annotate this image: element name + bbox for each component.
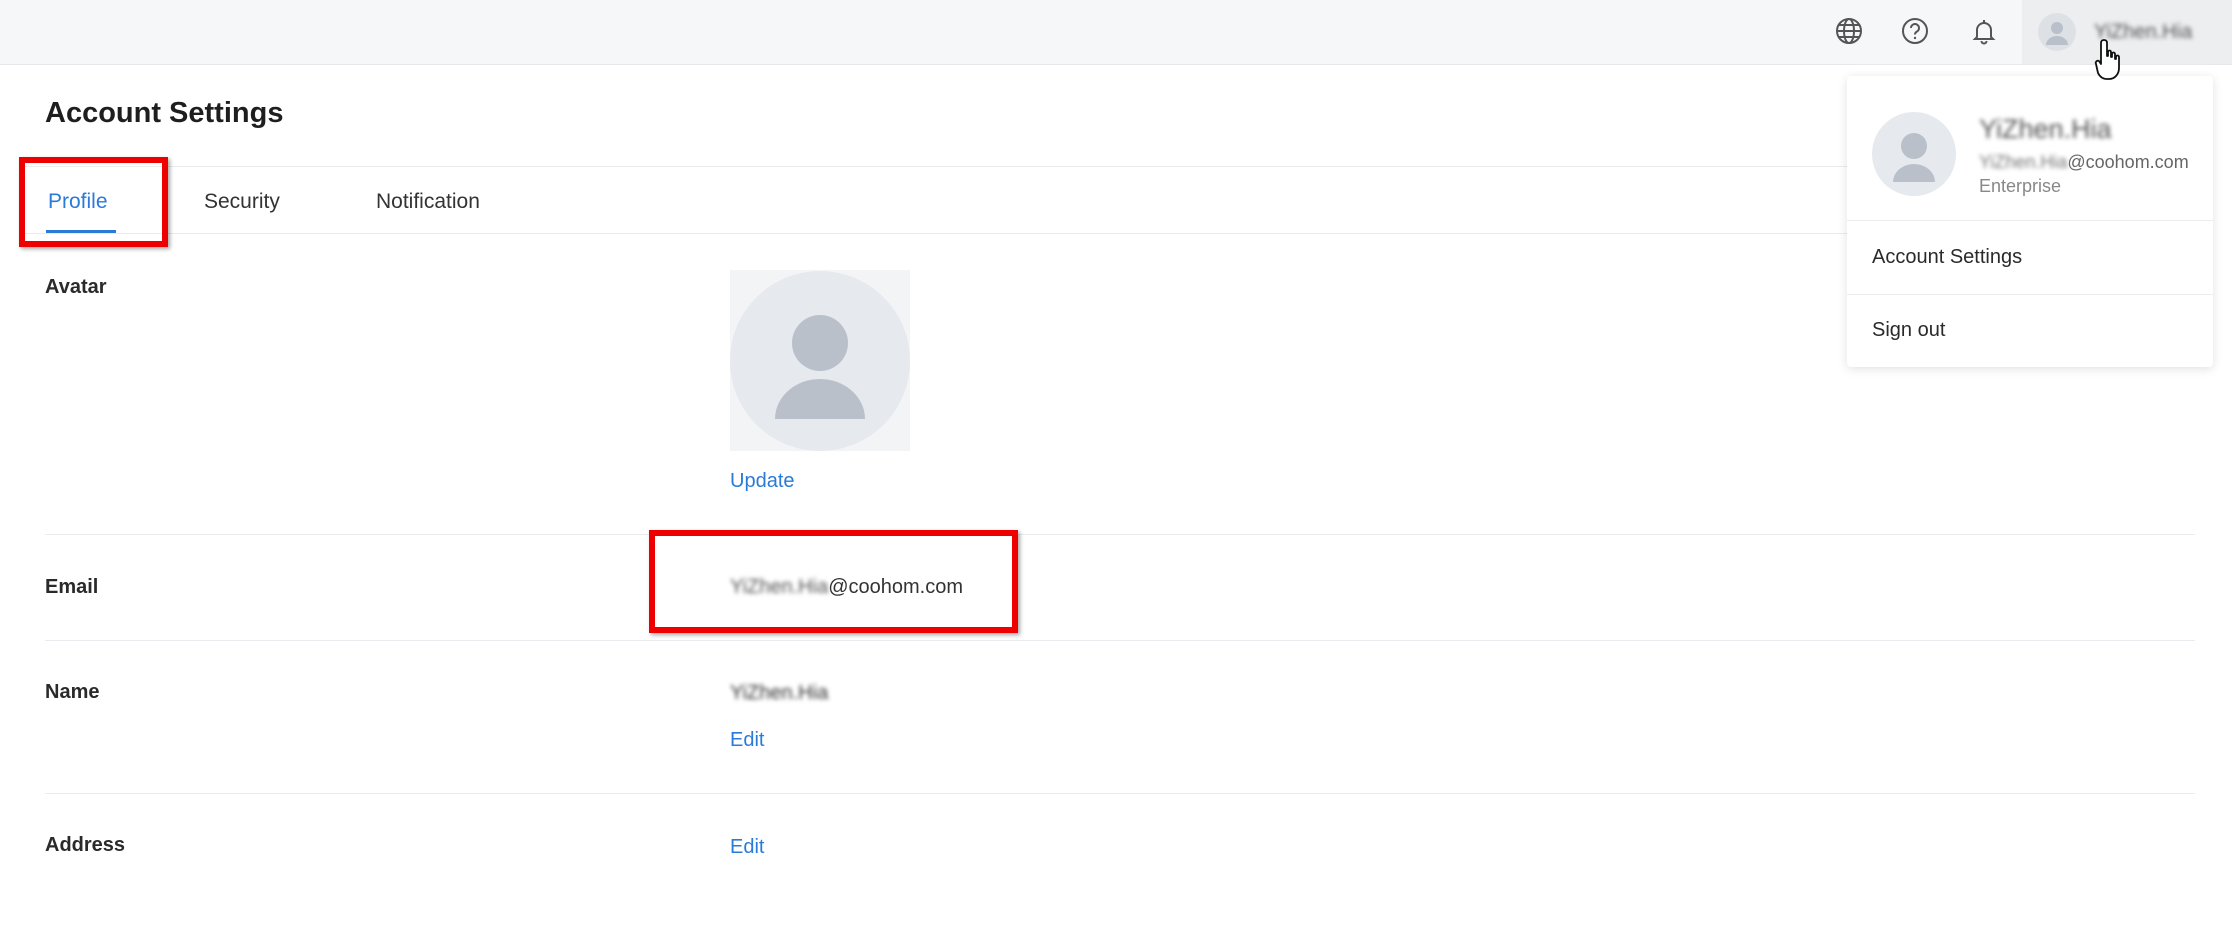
email-label: Email [45, 576, 99, 598]
user-dropdown-menu: YiZhen.Hia YiZhen.Hia@coohom.com Enterpr… [1847, 76, 2213, 367]
update-avatar-link[interactable]: Update [730, 470, 795, 493]
row-divider [45, 793, 2195, 794]
account-settings-menu-item[interactable]: Account Settings [1872, 246, 2022, 269]
row-divider [45, 534, 2195, 535]
tab-notification[interactable]: Notification [376, 190, 480, 214]
dropdown-email-user: YiZhen.Hia [1979, 152, 2068, 172]
dropdown-email-domain: @coohom.com [2067, 152, 2189, 172]
dropdown-divider [1847, 294, 2213, 295]
row-divider [45, 640, 2195, 641]
name-label: Name [45, 681, 100, 703]
dropdown-divider [1847, 220, 2213, 221]
bell-icon[interactable] [1967, 14, 2001, 48]
avatar-label: Avatar [45, 276, 107, 298]
globe-icon[interactable] [1832, 14, 1866, 48]
sign-out-menu-item[interactable]: Sign out [1872, 319, 1945, 342]
dropdown-avatar-icon [1872, 112, 1956, 196]
avatar-placeholder-icon [730, 270, 910, 451]
edit-address-link[interactable]: Edit [730, 836, 764, 859]
hand-cursor-icon [2094, 38, 2128, 87]
dropdown-user-name: YiZhen.Hia [1979, 114, 2112, 144]
highlight-box-email [649, 530, 1018, 633]
top-bar: YiZhen.Hia [0, 0, 2232, 65]
help-icon[interactable] [1898, 14, 1932, 48]
dropdown-user-email: YiZhen.Hia@coohom.com [1979, 152, 2189, 173]
name-value: YiZhen.Hia [730, 682, 829, 704]
page-title: Account Settings [45, 97, 284, 129]
user-avatar-icon [2038, 13, 2076, 51]
dropdown-plan: Enterprise [1979, 176, 2062, 196]
address-label: Address [45, 834, 126, 856]
edit-name-link[interactable]: Edit [730, 729, 764, 752]
profile-avatar [730, 270, 910, 451]
highlight-box-profile-tab [19, 157, 168, 247]
tab-security[interactable]: Security [204, 190, 280, 214]
